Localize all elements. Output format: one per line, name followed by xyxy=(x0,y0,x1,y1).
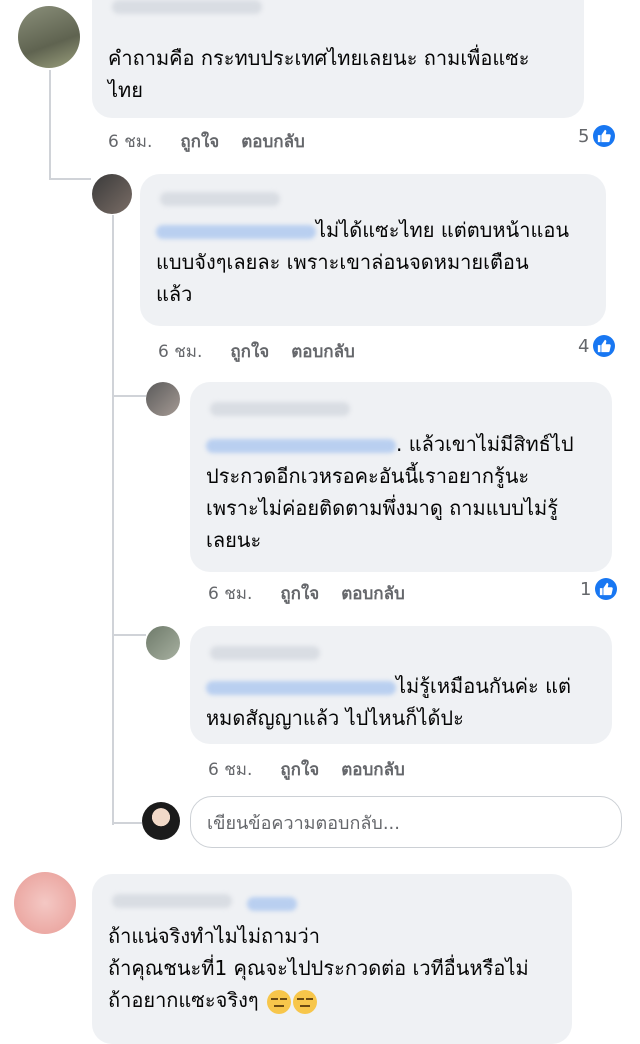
mention-blurred[interactable] xyxy=(206,680,396,695)
reaction-number: 1 xyxy=(580,578,592,600)
reaction-count[interactable]: 4 xyxy=(578,335,616,357)
comment-text: ถ้าแน่จริงทำไมไม่ถามว่า xyxy=(108,924,321,948)
neutral-face-emoji xyxy=(266,989,291,1014)
comment-bubble: . แล้วเขาไม่มีสิทธ์ไป ประกวดอีกเวหรอคะอั… xyxy=(190,382,612,572)
badge-blurred xyxy=(247,896,298,911)
comment-time[interactable]: 6 ชม. xyxy=(208,580,252,607)
comment-text: ถ้าคุณชนะที่1 คุณจะไปประกวดต่อ เวทีอื่นห… xyxy=(108,956,529,980)
comment-time[interactable]: 6 ชม. xyxy=(158,338,202,365)
comment-text: หมดสัญญาแล้ว ไปไหนก็ได้ปะ xyxy=(206,706,464,730)
reply-button[interactable]: ตอบกลับ xyxy=(291,338,355,365)
reply-button[interactable]: ตอบกลับ xyxy=(241,128,305,155)
avatar[interactable] xyxy=(146,382,180,416)
comment-bubble: คำถามคือ กระทบประเทศไทยเลยนะ ถามเพื่อแซะ… xyxy=(92,0,584,118)
comment-text: . แล้วเขาไม่มีสิทธ์ไป xyxy=(396,432,574,456)
comment-author-blurred[interactable] xyxy=(112,0,262,14)
reaction-number: 4 xyxy=(578,335,590,357)
comment-text: เลยนะ xyxy=(206,528,262,552)
like-icon xyxy=(593,125,616,147)
like-button[interactable]: ถูกใจ xyxy=(280,580,319,607)
comment-bubble: ไม่รู้เหมือนกันค่ะ แต่ หมดสัญญาแล้ว ไปไห… xyxy=(190,626,612,744)
comment-bubble: ไม่ได้แซะไทย แต่ตบหน้าแอน แบบจังๆเลยละ เ… xyxy=(140,174,606,326)
reply-button[interactable]: ตอบกลับ xyxy=(341,580,405,607)
like-button[interactable]: ถูกใจ xyxy=(180,128,219,155)
like-button[interactable]: ถูกใจ xyxy=(230,338,269,365)
like-button[interactable]: ถูกใจ xyxy=(280,756,319,783)
comment-time[interactable]: 6 ชม. xyxy=(108,128,152,155)
thread-line-main xyxy=(49,70,51,180)
reaction-count[interactable]: 5 xyxy=(578,125,616,147)
comment-text: ไทย xyxy=(108,78,143,102)
neutral-face-emoji xyxy=(292,989,317,1014)
thread-connector xyxy=(49,178,91,180)
comment-text: ไม่รู้เหมือนกันค่ะ แต่ xyxy=(396,674,572,698)
comment-text: เพราะไม่ค่อยติดตามพึ่งมาดู ถามแบบไม่รู้ xyxy=(206,496,558,520)
mention-blurred[interactable] xyxy=(156,224,316,239)
avatar[interactable] xyxy=(14,872,76,934)
reply-button[interactable]: ตอบกลับ xyxy=(341,756,405,783)
comment-actions: 6 ชม. ถูกใจ ตอบกลับ xyxy=(208,756,427,783)
reaction-number: 5 xyxy=(578,125,590,147)
comment-actions: 6 ชม. ถูกใจ ตอบกลับ xyxy=(208,580,427,607)
avatar[interactable] xyxy=(18,6,80,68)
thread-connector xyxy=(112,822,142,824)
reply-input[interactable]: เขียนข้อความตอบกลับ... xyxy=(190,796,622,848)
comment-author-blurred[interactable] xyxy=(112,894,232,908)
comment-bubble: ถ้าแน่จริงทำไมไม่ถามว่า ถ้าคุณชนะที่1 คุ… xyxy=(92,874,572,1044)
comment-text: แบบจังๆเลยละ เพราะเขาล่อนจดหมายเตือน xyxy=(156,250,529,274)
mention-blurred[interactable] xyxy=(206,438,396,453)
comment-author-blurred[interactable] xyxy=(210,646,320,660)
thread-line-sub xyxy=(112,215,114,825)
comment-text: ไม่ได้แซะไทย แต่ตบหน้าแอน xyxy=(316,218,570,242)
comment-text: ประกวดอีกเวหรอคะอันนี้เราอยากรู้นะ xyxy=(206,464,530,488)
thread-connector xyxy=(112,395,146,397)
comment-author-blurred[interactable] xyxy=(160,192,280,206)
comment-time[interactable]: 6 ชม. xyxy=(208,756,252,783)
reply-placeholder: เขียนข้อความตอบกลับ... xyxy=(207,812,400,834)
thread-connector xyxy=(112,634,146,636)
like-icon xyxy=(595,578,618,600)
reaction-count[interactable]: 1 xyxy=(580,578,618,600)
comment-actions: 6 ชม. ถูกใจ ตอบกลับ xyxy=(158,338,377,365)
current-user-avatar xyxy=(142,802,180,840)
like-icon xyxy=(593,335,616,357)
comment-text: ถ้าอยากแซะจริงๆ xyxy=(108,988,259,1012)
comment-actions: 6 ชม. ถูกใจ ตอบกลับ xyxy=(108,128,327,155)
comment-author-blurred[interactable] xyxy=(210,402,350,416)
avatar[interactable] xyxy=(92,174,132,214)
comment-text: แล้ว xyxy=(156,282,193,306)
avatar[interactable] xyxy=(146,626,180,660)
comment-text: คำถามคือ กระทบประเทศไทยเลยนะ ถามเพื่อแซะ xyxy=(108,46,530,70)
